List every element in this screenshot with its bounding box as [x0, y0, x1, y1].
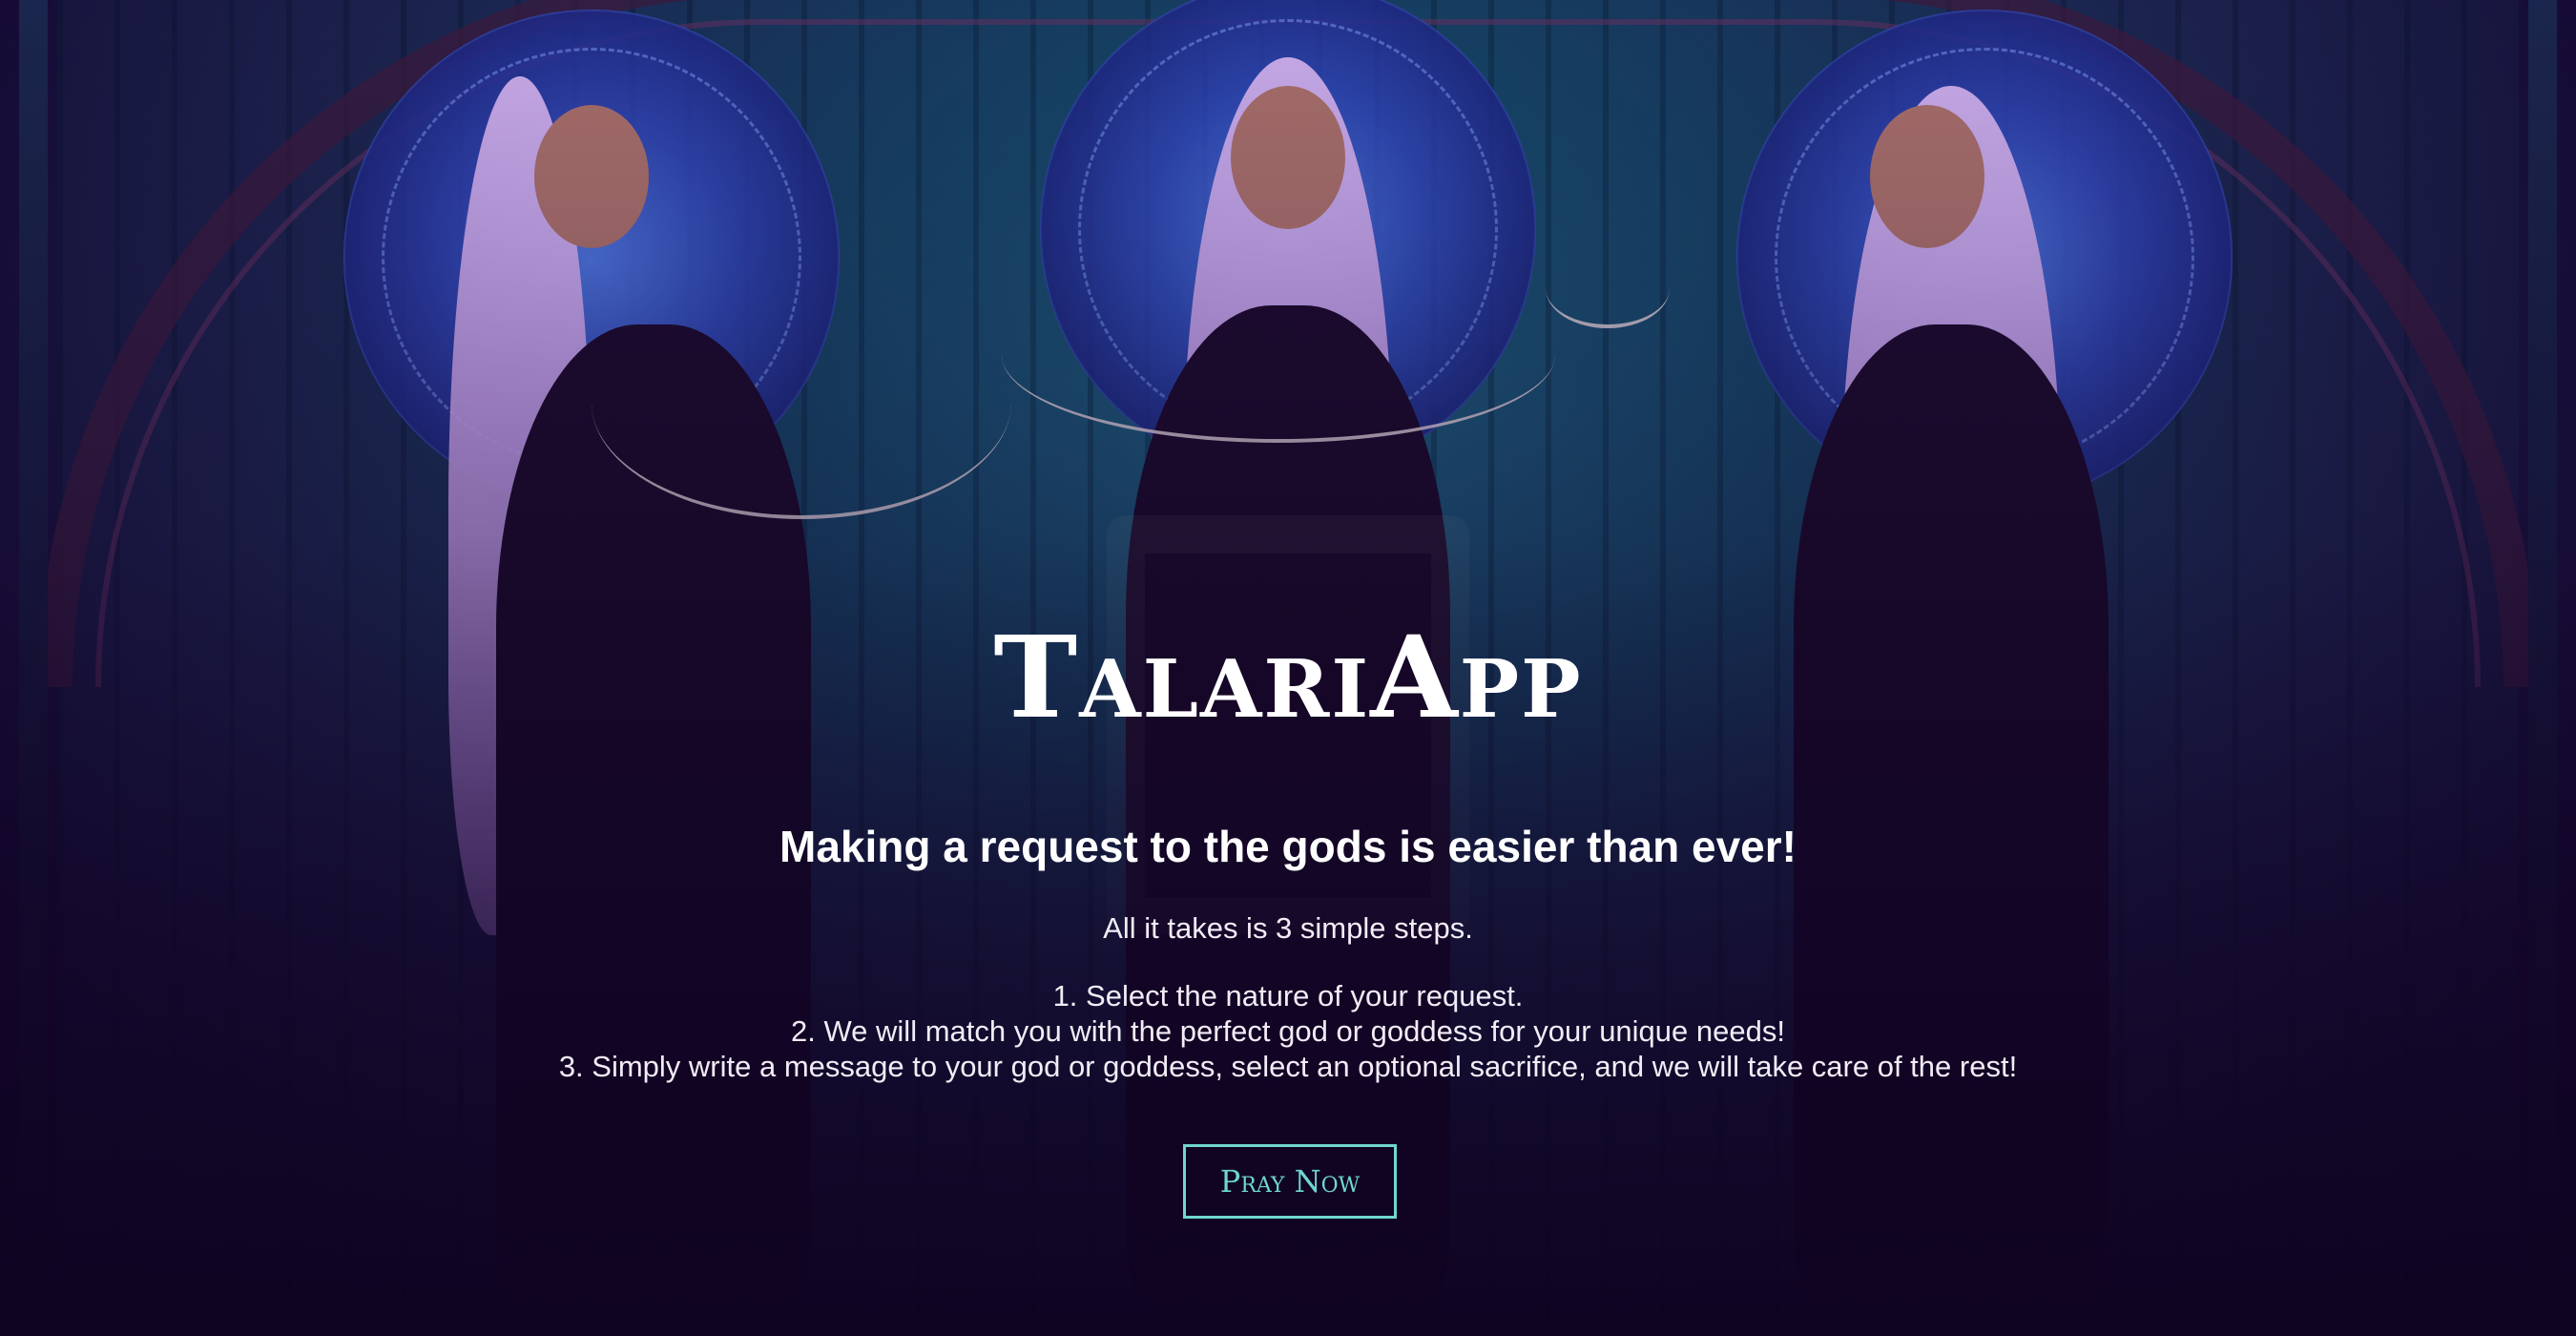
steps-intro: All it takes is 3 simple steps.	[1103, 911, 1473, 945]
pray-now-button[interactable]: Pray Now	[1183, 1144, 1397, 1219]
hero-subtitle: Making a request to the gods is easier t…	[779, 822, 1797, 871]
hero-content: TalariApp Making a request to the gods i…	[0, 0, 2576, 1336]
step-item: 2. We will match you with the perfect go…	[791, 1014, 1785, 1048]
step-item: 3. Simply write a message to your god or…	[558, 1050, 2018, 1083]
app-title: TalariApp	[993, 611, 1583, 743]
landing-page: TalariApp Making a request to the gods i…	[0, 0, 2576, 1336]
steps-list: 1. Select the nature of your request. 2.…	[0, 978, 2576, 1084]
step-item: 1. Select the nature of your request.	[1052, 979, 1524, 1012]
